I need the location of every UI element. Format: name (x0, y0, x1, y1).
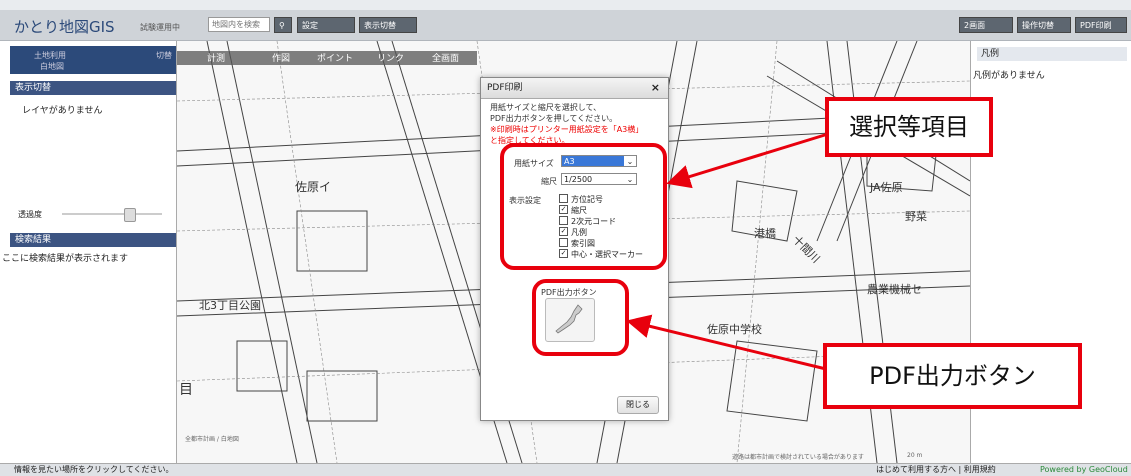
scale-bar: 20 m (907, 452, 923, 459)
map-label-vegetable: 野菜 (905, 210, 927, 223)
search-result-hint: ここに検索結果が表示されます (2, 254, 129, 264)
warning-line-1: ※印刷時はプリンター用紙設定を「A3横」 (490, 125, 644, 134)
map-disclaimer: 道路は都市計画で検討されている場合があります (732, 454, 864, 461)
map-label-park: 北3丁目公園 (199, 299, 261, 312)
map-label-machinery: 農業機械セ (867, 283, 922, 296)
dialog-title: PDF印刷 (487, 83, 523, 93)
top-toolbar: かとり地図GIS 試験運用中 ⚲ 設定 表示切替 2画面 操作切替 PDF印刷 (0, 10, 1131, 41)
layer-switch-link[interactable]: 切替 (156, 50, 172, 61)
legend-title: 凡例 (981, 49, 1000, 59)
powered-by: Powered by GeoCloud (1040, 465, 1128, 474)
map-label-ja: JA佐原 (870, 181, 903, 194)
status-bar: 情報を見たい場所をクリックしてください。 はじめて利用する方へ | 利用規約 P… (0, 463, 1131, 476)
map-label-bridge: 港橋 (754, 227, 776, 240)
annotation-highlight-pdf (532, 279, 629, 356)
draw-tool[interactable]: 作図 (272, 51, 290, 64)
layer-name-basemap: 白地図 (40, 62, 64, 71)
close-button[interactable]: 閉じる (617, 396, 659, 414)
measure-tool[interactable]: 計測 (207, 51, 225, 64)
operation-switch-button[interactable]: 操作切替 (1017, 17, 1071, 33)
point-tool[interactable]: ポイント (317, 51, 353, 64)
callout-select-items: 選択等項目 (825, 97, 993, 157)
left-panel: 土地利用 白地図 切替 表示切替 レイヤがありません 透過度 検索結果 ここに検… (0, 41, 177, 463)
slider-handle[interactable] (124, 208, 136, 222)
close-icon[interactable]: × (651, 78, 660, 98)
dialog-titlebar: PDF印刷 × (481, 78, 668, 99)
app-title: かとり地図GIS (14, 18, 115, 36)
layer-selector[interactable]: 土地利用 白地図 切替 (10, 46, 176, 74)
callout-pdf-button: PDF出力ボタン (823, 343, 1082, 409)
map-source-label: 全都市計画 / 白地図 (185, 436, 239, 443)
no-layer-text: レイヤがありません (22, 106, 103, 116)
search-result-title: 検索結果 (15, 235, 52, 245)
pdf-print-button[interactable]: PDF印刷 (1075, 17, 1127, 33)
settings-button[interactable]: 設定 (297, 17, 355, 33)
annotation-highlight-select (500, 143, 667, 270)
search-icon[interactable]: ⚲ (274, 17, 292, 33)
map-label-chome: 目 (179, 382, 193, 398)
help-links[interactable]: はじめて利用する方へ | 利用規約 (876, 464, 996, 476)
display-switch-title: 表示切替 (15, 83, 52, 93)
transparency-slider[interactable] (62, 208, 162, 222)
app-status: 試験運用中 (140, 23, 180, 32)
dual-screen-button[interactable]: 2画面 (959, 17, 1013, 33)
legend-empty-text: 凡例がありません (973, 71, 1045, 81)
instruction-line-2: PDF出力ボタンを押してください。 (490, 114, 618, 123)
search-result-header[interactable]: 検索結果 (10, 233, 176, 247)
instruction-line-1: 用紙サイズと縮尺を選択して、 (490, 103, 602, 112)
layer-name-landuse: 土地利用 (34, 51, 66, 60)
map-label-sawara: 佐原イ (295, 180, 332, 194)
transparency-label: 透過度 (18, 210, 42, 219)
fullscreen-tool[interactable]: 全画面 (432, 51, 459, 64)
legend-header[interactable]: 凡例 (977, 47, 1127, 61)
search-input[interactable] (208, 17, 270, 32)
view-switch-button[interactable]: 表示切替 (359, 17, 417, 33)
display-switch-header[interactable]: 表示切替 (10, 81, 176, 95)
map-label-school: 佐原中学校 (707, 323, 762, 336)
link-tool[interactable]: リンク (377, 51, 404, 64)
status-hint: 情報を見たい場所をクリックしてください。 (14, 465, 174, 474)
